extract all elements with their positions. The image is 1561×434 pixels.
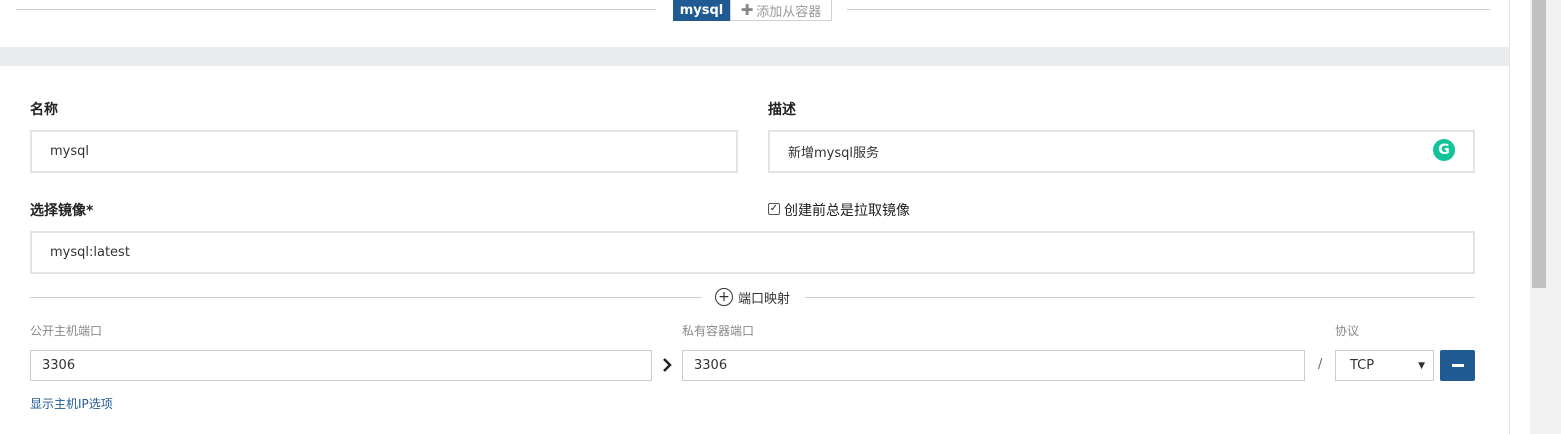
private-port-input[interactable]: 3306: [682, 350, 1305, 381]
scrollbar-thumb[interactable]: [1532, 0, 1546, 288]
protocol-label: 协议: [1335, 324, 1360, 338]
protocol-select[interactable]: TCP ▼: [1335, 350, 1434, 381]
divider-line: [16, 9, 656, 10]
divider-line: [805, 297, 1475, 298]
divider-line: [847, 9, 1490, 10]
plus-icon: ✚: [740, 1, 754, 19]
public-port-label: 公开主机端口: [30, 324, 103, 338]
grammarly-icon[interactable]: G: [1433, 139, 1455, 161]
description-input-value: 新增mysql服务: [788, 146, 879, 161]
remove-port-button[interactable]: [1440, 350, 1475, 381]
name-input-value: mysql: [50, 144, 89, 159]
circle-plus-icon[interactable]: +: [715, 288, 733, 306]
divider-line: [30, 297, 702, 298]
image-input[interactable]: mysql:latest: [30, 231, 1475, 274]
chevron-right-icon: [661, 356, 673, 374]
pull-image-checkbox[interactable]: ✓: [768, 203, 780, 215]
caret-down-icon: ▼: [1418, 360, 1425, 371]
description-input[interactable]: 新增mysql服务: [768, 130, 1475, 173]
private-port-value: 3306: [694, 358, 728, 373]
port-separator: /: [1318, 357, 1323, 372]
public-port-value: 3306: [42, 358, 76, 373]
show-host-ip-link[interactable]: 显示主机IP选项: [30, 395, 113, 412]
right-gutter: [1509, 0, 1531, 434]
private-port-label: 私有容器端口: [682, 324, 755, 338]
add-sidekick-button[interactable]: ✚ 添加从容器: [730, 0, 832, 21]
pull-image-label[interactable]: 创建前总是拉取镜像: [784, 200, 910, 220]
section-separator-band: [0, 47, 1509, 66]
tab-mysql[interactable]: mysql: [673, 0, 730, 21]
protocol-select-value: TCP: [1350, 358, 1375, 373]
minus-icon: [1451, 364, 1464, 367]
image-label: 选择镜像*: [30, 203, 94, 219]
image-input-value: mysql:latest: [50, 245, 130, 260]
tab-mysql-label: mysql: [679, 3, 724, 18]
name-input[interactable]: mysql: [30, 130, 738, 173]
public-port-input[interactable]: 3306: [30, 350, 652, 381]
name-label: 名称: [30, 102, 58, 118]
description-label: 描述: [768, 102, 796, 118]
add-sidekick-label: 添加从容器: [756, 4, 822, 20]
port-mapping-label[interactable]: 端口映射: [738, 288, 790, 307]
